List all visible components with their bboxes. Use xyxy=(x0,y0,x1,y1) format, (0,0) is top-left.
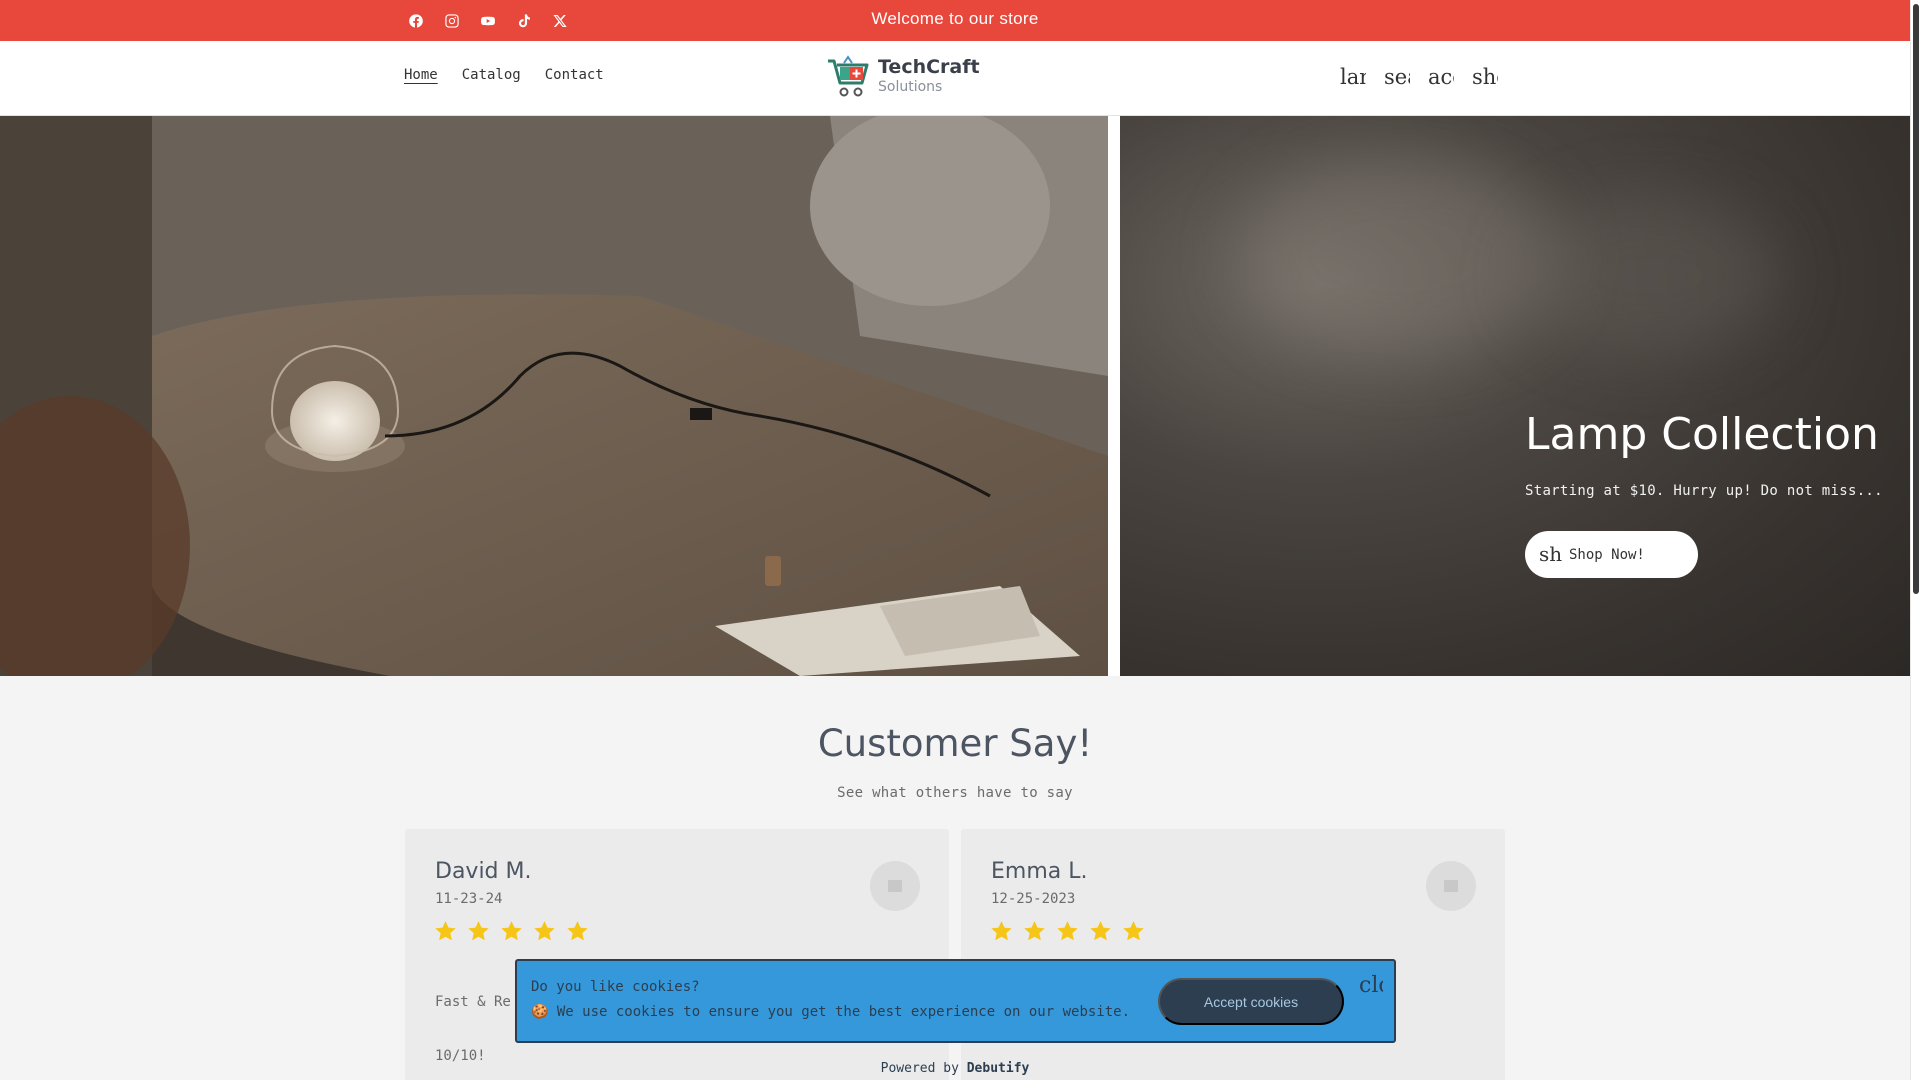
testimonials-title: Customer Say! xyxy=(817,722,1093,765)
hero-subtitle: Starting at $10. Hurry up! Do not miss..… xyxy=(1525,483,1883,499)
nav-item-home[interactable]: Home xyxy=(404,67,438,83)
review-date: 12-25-2023 xyxy=(991,891,1076,907)
star-icon xyxy=(1024,921,1045,941)
star-icon xyxy=(435,921,456,941)
powered-by-prefix: Powered by xyxy=(880,1061,967,1076)
close-icon[interactable]: clo xyxy=(1359,973,1383,1001)
page-scrollbar[interactable] xyxy=(1910,0,1920,1080)
star-icon xyxy=(468,921,489,941)
shop-now-label: Shop Now! xyxy=(1569,546,1645,563)
search-icon[interactable]: sea xyxy=(1384,65,1410,93)
reviewer-avatar xyxy=(870,861,920,911)
shopping-bag-icon: sho xyxy=(1539,541,1563,566)
site-header: Home Catalog Contact TechCraft Solutions… xyxy=(0,41,1910,116)
cart-logo-icon xyxy=(828,55,869,97)
star-icon xyxy=(501,921,522,941)
nav-item-catalog[interactable]: Catalog xyxy=(462,67,521,83)
announcement-bar: Welcome to our store xyxy=(0,0,1910,41)
star-rating xyxy=(989,919,1146,944)
powered-by-brand[interactable]: Debutify xyxy=(967,1061,1030,1076)
hero-title: Lamp Collection xyxy=(1525,409,1879,460)
star-icon xyxy=(1090,921,1111,941)
review-line: Fast & Re xyxy=(435,994,511,1010)
reviewer-name: Emma L. xyxy=(991,859,1088,884)
star-icon xyxy=(1057,921,1078,941)
star-icon xyxy=(534,921,555,941)
accept-cookies-button[interactable]: Accept cookies xyxy=(1158,978,1344,1025)
shop-now-button[interactable]: sho Shop Now! xyxy=(1525,531,1698,578)
star-rating xyxy=(433,919,590,944)
hero-slideshow: Lamp Collection Starting at $10. Hurry u… xyxy=(0,116,1910,676)
cookie-title: Do you like cookies? xyxy=(531,979,700,995)
scrollbar-thumb[interactable] xyxy=(1913,4,1919,594)
logo-text: TechCraft Solutions xyxy=(878,56,980,95)
star-icon xyxy=(1123,921,1144,941)
star-icon xyxy=(991,921,1012,941)
hero-background-blur xyxy=(1240,156,1560,356)
cookie-message: 🍪 We use cookies to ensure you get the b… xyxy=(531,1004,1131,1020)
announcement-text: Welcome to our store xyxy=(871,9,1039,28)
shopping-cart-icon[interactable]: sho xyxy=(1472,65,1498,93)
star-icon xyxy=(567,921,588,941)
image-placeholder-icon xyxy=(1444,880,1458,892)
hero-image xyxy=(0,116,1108,676)
hero-slide: Lamp Collection Starting at $10. Hurry u… xyxy=(1120,116,1910,676)
header-icons: lan sea acc sho xyxy=(1340,65,1498,93)
reviewer-name: David M. xyxy=(435,859,532,884)
powered-by: Powered by Debutify xyxy=(0,1061,1910,1076)
account-icon[interactable]: acc xyxy=(1428,65,1454,93)
logo-name: TechCraft xyxy=(878,56,980,78)
review-date: 11-23-24 xyxy=(435,891,503,907)
cookie-banner: Do you like cookies? 🍪 We use cookies to… xyxy=(515,959,1396,1043)
main-nav: Home Catalog Contact xyxy=(404,67,604,83)
image-placeholder-icon xyxy=(888,880,902,892)
logo-subtitle: Solutions xyxy=(878,79,943,95)
nav-item-contact[interactable]: Contact xyxy=(545,67,604,83)
store-logo[interactable]: TechCraft Solutions xyxy=(826,53,980,99)
hero-background-blur xyxy=(1520,196,1780,356)
language-icon[interactable]: lan xyxy=(1340,65,1366,93)
reviewer-avatar xyxy=(1426,861,1476,911)
testimonials-subtitle: See what others have to say xyxy=(837,785,1073,801)
